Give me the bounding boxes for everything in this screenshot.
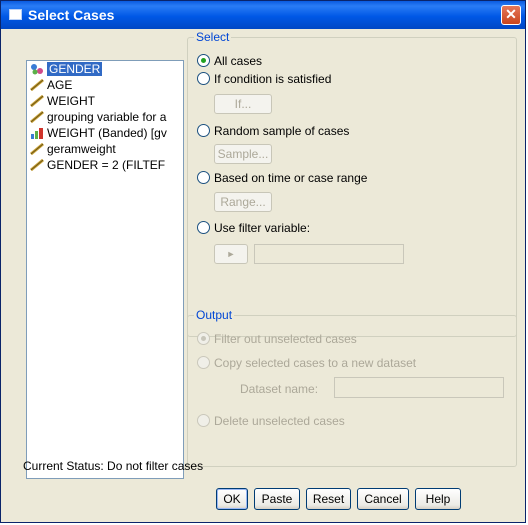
scale-icon (30, 158, 44, 172)
range-button[interactable]: Range... (214, 192, 272, 212)
close-icon: ✕ (505, 6, 517, 22)
cancel-button[interactable]: Cancel (357, 488, 409, 510)
if-button[interactable]: If... (214, 94, 272, 114)
filter-variable-field[interactable] (254, 244, 404, 264)
variable-label: grouping variable for a (47, 110, 167, 124)
ok-button[interactable]: OK (216, 488, 248, 510)
filter-variable-label: Use filter variable: (214, 221, 311, 235)
reset-button[interactable]: Reset (306, 488, 351, 510)
variable-list[interactable]: GENDER AGE WEIGHT grouping variable for … (26, 60, 184, 479)
radio-unchecked-icon (197, 124, 210, 137)
variable-item-gender[interactable]: GENDER (27, 61, 183, 77)
radio-checked-icon (197, 54, 210, 67)
scale-icon (30, 78, 44, 92)
variable-label: geramweight (47, 142, 116, 156)
nominal-icon (30, 63, 44, 75)
output-group-title: Output (194, 308, 235, 322)
variable-label: WEIGHT (47, 94, 95, 108)
filter-out-label: Filter out unselected cases (214, 332, 357, 346)
dataset-name-field[interactable] (334, 377, 504, 398)
delete-unselected-label: Delete unselected cases (214, 414, 345, 428)
variable-label: WEIGHT (Banded) [gv (47, 126, 167, 140)
paste-button[interactable]: Paste (254, 488, 300, 510)
help-button[interactable]: Help (415, 488, 461, 510)
scale-icon (30, 142, 44, 156)
scale-icon (30, 110, 44, 124)
variable-label: GENDER = 2 (FILTEF (47, 158, 166, 172)
select-cases-dialog: Select Cases ✕ GENDER AGE WEIGHT groupin… (0, 0, 526, 523)
time-range-label: Based on time or case range (214, 171, 368, 185)
variable-item-grouping[interactable]: grouping variable for a (27, 109, 183, 125)
radio-unchecked-icon (197, 171, 210, 184)
move-variable-button[interactable]: ► (214, 244, 248, 264)
select-group-title: Select (194, 30, 232, 44)
window-icon (9, 9, 22, 20)
output-group: Output Filter out unselected cases Copy … (187, 308, 517, 467)
random-sample-label: Random sample of cases (214, 124, 350, 138)
variable-label: GENDER (47, 62, 103, 76)
current-status: Current Status: Do not filter cases (23, 459, 204, 473)
select-group: Select All cases If condition is satisfi… (187, 30, 517, 337)
radio-unchecked-icon (197, 221, 210, 234)
radio-checked-icon (197, 332, 210, 345)
title-bar[interactable]: Select Cases ✕ (1, 1, 525, 29)
variable-item-weight-banded[interactable]: WEIGHT (Banded) [gv (27, 125, 183, 141)
copy-selected-label: Copy selected cases to a new dataset (214, 356, 417, 370)
sample-button[interactable]: Sample... (214, 144, 272, 164)
window-title: Select Cases (28, 7, 115, 23)
variable-item-geramweight[interactable]: geramweight (27, 141, 183, 157)
right-arrow-icon: ► (226, 249, 236, 259)
if-condition-label: If condition is satisfied (214, 72, 332, 86)
radio-unchecked-icon (197, 414, 210, 427)
close-button[interactable]: ✕ (501, 5, 521, 25)
all-cases-label: All cases (214, 54, 263, 68)
variable-item-weight[interactable]: WEIGHT (27, 93, 183, 109)
variable-item-age[interactable]: AGE (27, 77, 183, 93)
radio-unchecked-icon (197, 72, 210, 85)
radio-unchecked-icon (197, 356, 210, 369)
scale-icon (30, 94, 44, 108)
dialog-body: GENDER AGE WEIGHT grouping variable for … (4, 29, 522, 519)
ordinal-icon (30, 127, 44, 139)
variable-label: AGE (47, 78, 73, 92)
variable-item-gender-filter[interactable]: GENDER = 2 (FILTEF (27, 157, 183, 173)
dataset-name-label: Dataset name: (240, 382, 319, 396)
